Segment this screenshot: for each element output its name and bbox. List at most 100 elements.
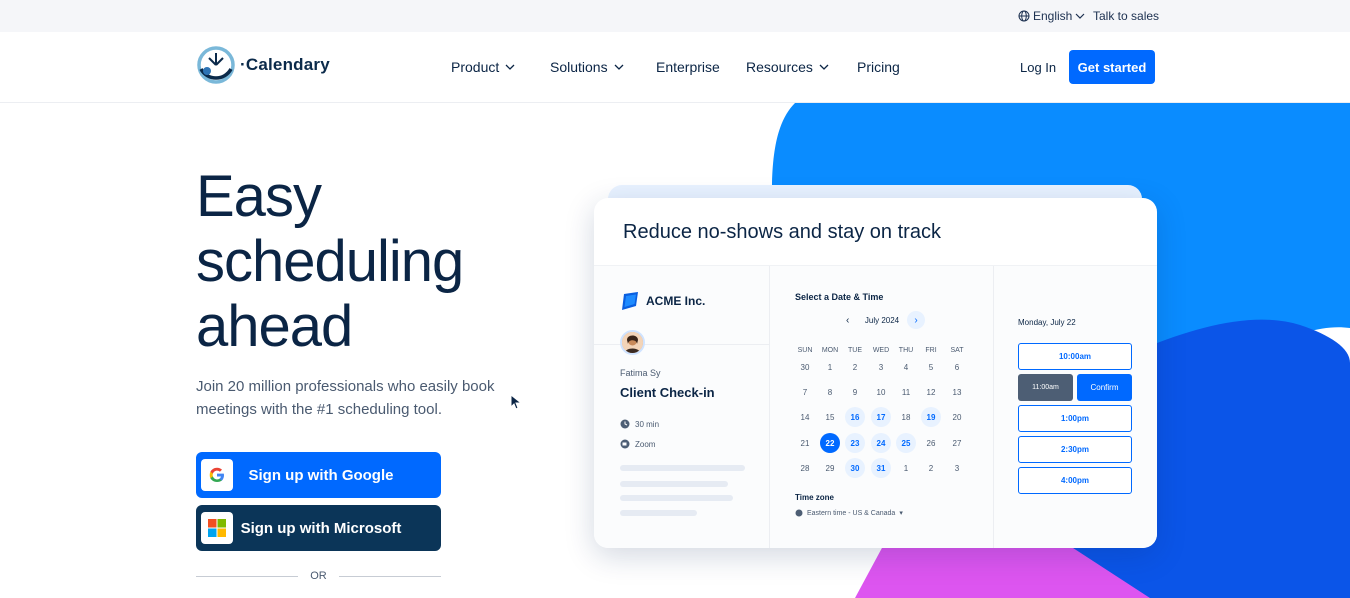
host-avatar bbox=[620, 330, 645, 355]
booking-widget: ACME Inc. Fatima Sy Client Check-in 30 m… bbox=[594, 265, 1157, 548]
calendar-day: 13 bbox=[952, 387, 962, 397]
calendar-day: 21 bbox=[800, 438, 810, 448]
time-slot-button[interactable]: 4:00pm bbox=[1018, 467, 1132, 494]
hero-title: Easy scheduling ahead bbox=[196, 164, 526, 359]
calendar-day: 2 bbox=[928, 463, 934, 473]
mouse-pointer-icon bbox=[510, 394, 523, 410]
calendar-day: 7 bbox=[802, 387, 808, 397]
timezone-value: Eastern time - US & Canada bbox=[807, 509, 896, 517]
language-selector[interactable]: English bbox=[1018, 9, 1085, 23]
nav-item-label: Product bbox=[451, 59, 500, 75]
calendar-day-selected[interactable]: 22 bbox=[820, 433, 840, 453]
time-slot-panel: Monday, July 22 10:00am 11:00am Confirm … bbox=[994, 266, 1157, 548]
calendar-day: 26 bbox=[926, 438, 936, 448]
calendar-day: 4 bbox=[903, 362, 909, 372]
placeholder-line bbox=[620, 465, 745, 471]
calendary-logo-icon bbox=[197, 46, 235, 84]
timezone-heading: Time zone bbox=[795, 493, 834, 502]
chevron-down-icon bbox=[505, 64, 515, 70]
calendar-day[interactable]: 23 bbox=[845, 433, 865, 453]
placeholder-line bbox=[620, 481, 728, 487]
clock-icon bbox=[620, 419, 630, 429]
duration-label: 30 min bbox=[635, 419, 660, 429]
calendar-day[interactable]: 31 bbox=[871, 458, 891, 478]
microsoft-logo-icon bbox=[201, 512, 233, 544]
company-name: ACME Inc. bbox=[646, 294, 706, 308]
timezone-selector[interactable]: Eastern time - US & Canada ▾ bbox=[795, 509, 903, 517]
nav-item-pricing[interactable]: Pricing bbox=[857, 59, 900, 75]
brand-logo[interactable]: ·Calendary bbox=[196, 45, 330, 85]
weekday-label: THU bbox=[898, 347, 914, 354]
calendar-day[interactable]: 19 bbox=[921, 407, 941, 427]
nav-item-enterprise[interactable]: Enterprise bbox=[656, 59, 720, 75]
hero-subtitle: Join 20 million professionals who easily… bbox=[196, 378, 495, 418]
nav-item-product[interactable]: Product bbox=[451, 59, 515, 75]
calendar-day[interactable]: 17 bbox=[871, 407, 891, 427]
selected-date-label: Monday, July 22 bbox=[1018, 318, 1076, 327]
sign-up-microsoft-button[interactable]: Sign up with Microsoft bbox=[196, 505, 441, 551]
sign-up-google-label: Sign up with Google bbox=[248, 466, 394, 484]
calendar-day: 30 bbox=[800, 362, 810, 372]
sign-up-microsoft-label: Sign up with Microsoft bbox=[240, 519, 402, 537]
placeholder-line bbox=[620, 495, 733, 501]
hero-title-line: scheduling bbox=[196, 229, 464, 294]
language-label: English bbox=[1033, 9, 1073, 23]
globe-icon bbox=[1018, 10, 1030, 22]
calendar-day: 1 bbox=[827, 362, 833, 372]
calendar-day[interactable]: 24 bbox=[871, 433, 891, 453]
or-divider: OR bbox=[196, 570, 441, 582]
calendar-day: 18 bbox=[901, 412, 911, 422]
select-date-heading: Select a Date & Time bbox=[795, 292, 884, 302]
confirm-button[interactable]: Confirm bbox=[1077, 374, 1132, 401]
event-location: Zoom bbox=[620, 439, 655, 449]
weekday-label: SAT bbox=[950, 347, 964, 354]
event-details-panel: ACME Inc. Fatima Sy Client Check-in 30 m… bbox=[594, 266, 770, 548]
chevron-down-icon bbox=[614, 64, 624, 70]
get-started-button[interactable]: Get started bbox=[1069, 50, 1155, 84]
calendar-day: 2 bbox=[852, 362, 858, 372]
nav-item-solutions[interactable]: Solutions bbox=[550, 59, 624, 75]
selected-time-slot[interactable]: 11:00am bbox=[1018, 374, 1073, 401]
calendar-day: 29 bbox=[825, 463, 835, 473]
google-logo-icon bbox=[201, 459, 233, 491]
calendar-day: 8 bbox=[827, 387, 833, 397]
nav-item-label: Resources bbox=[746, 59, 813, 75]
divider-line bbox=[196, 575, 299, 577]
or-label: OR bbox=[310, 570, 327, 582]
calendar-day: 14 bbox=[800, 412, 810, 422]
acme-logo-icon bbox=[622, 292, 638, 310]
chevron-right-icon[interactable]: › bbox=[907, 311, 925, 329]
chevron-down-icon bbox=[1075, 13, 1085, 19]
card-title: Reduce no-shows and stay on track bbox=[623, 221, 941, 243]
calendar-day: 28 bbox=[800, 463, 810, 473]
time-slot-button[interactable]: 10:00am bbox=[1018, 343, 1132, 370]
calendar-day[interactable]: 25 bbox=[896, 433, 916, 453]
weekday-label: MON bbox=[821, 347, 839, 354]
time-slot-button[interactable]: 1:00pm bbox=[1018, 405, 1132, 432]
calendar-day: 3 bbox=[954, 463, 960, 473]
utility-bar: English Talk to sales bbox=[0, 0, 1350, 32]
time-slot-button[interactable]: 2:30pm bbox=[1018, 436, 1132, 463]
talk-to-sales-link[interactable]: Talk to sales bbox=[1093, 9, 1159, 23]
hero-title-line: ahead bbox=[196, 294, 353, 359]
event-name: Client Check-in bbox=[620, 385, 715, 400]
calendar-day[interactable]: 16 bbox=[845, 407, 865, 427]
hero-title-line: Easy bbox=[196, 164, 322, 229]
calendar-day[interactable]: 30 bbox=[845, 458, 865, 478]
month-label: July 2024 bbox=[864, 316, 900, 325]
nav-item-label: Pricing bbox=[857, 59, 900, 75]
brand-name: ·Calendary bbox=[240, 55, 330, 74]
calendar-day: 3 bbox=[878, 362, 884, 372]
login-link[interactable]: Log In bbox=[1020, 60, 1056, 75]
calendar-day: 12 bbox=[926, 387, 936, 397]
scheduling-preview-card: Reduce no-shows and stay on track ACME I… bbox=[594, 198, 1157, 548]
divider-line bbox=[338, 575, 441, 577]
event-duration: 30 min bbox=[620, 419, 659, 429]
sign-up-google-button[interactable]: Sign up with Google bbox=[196, 452, 441, 498]
nav-item-label: Solutions bbox=[550, 59, 608, 75]
location-label: Zoom bbox=[635, 439, 656, 449]
nav-item-resources[interactable]: Resources bbox=[746, 59, 829, 75]
caret-down-icon: ▾ bbox=[899, 510, 903, 517]
globe-icon bbox=[795, 509, 803, 517]
calendar-day: 6 bbox=[954, 362, 960, 372]
